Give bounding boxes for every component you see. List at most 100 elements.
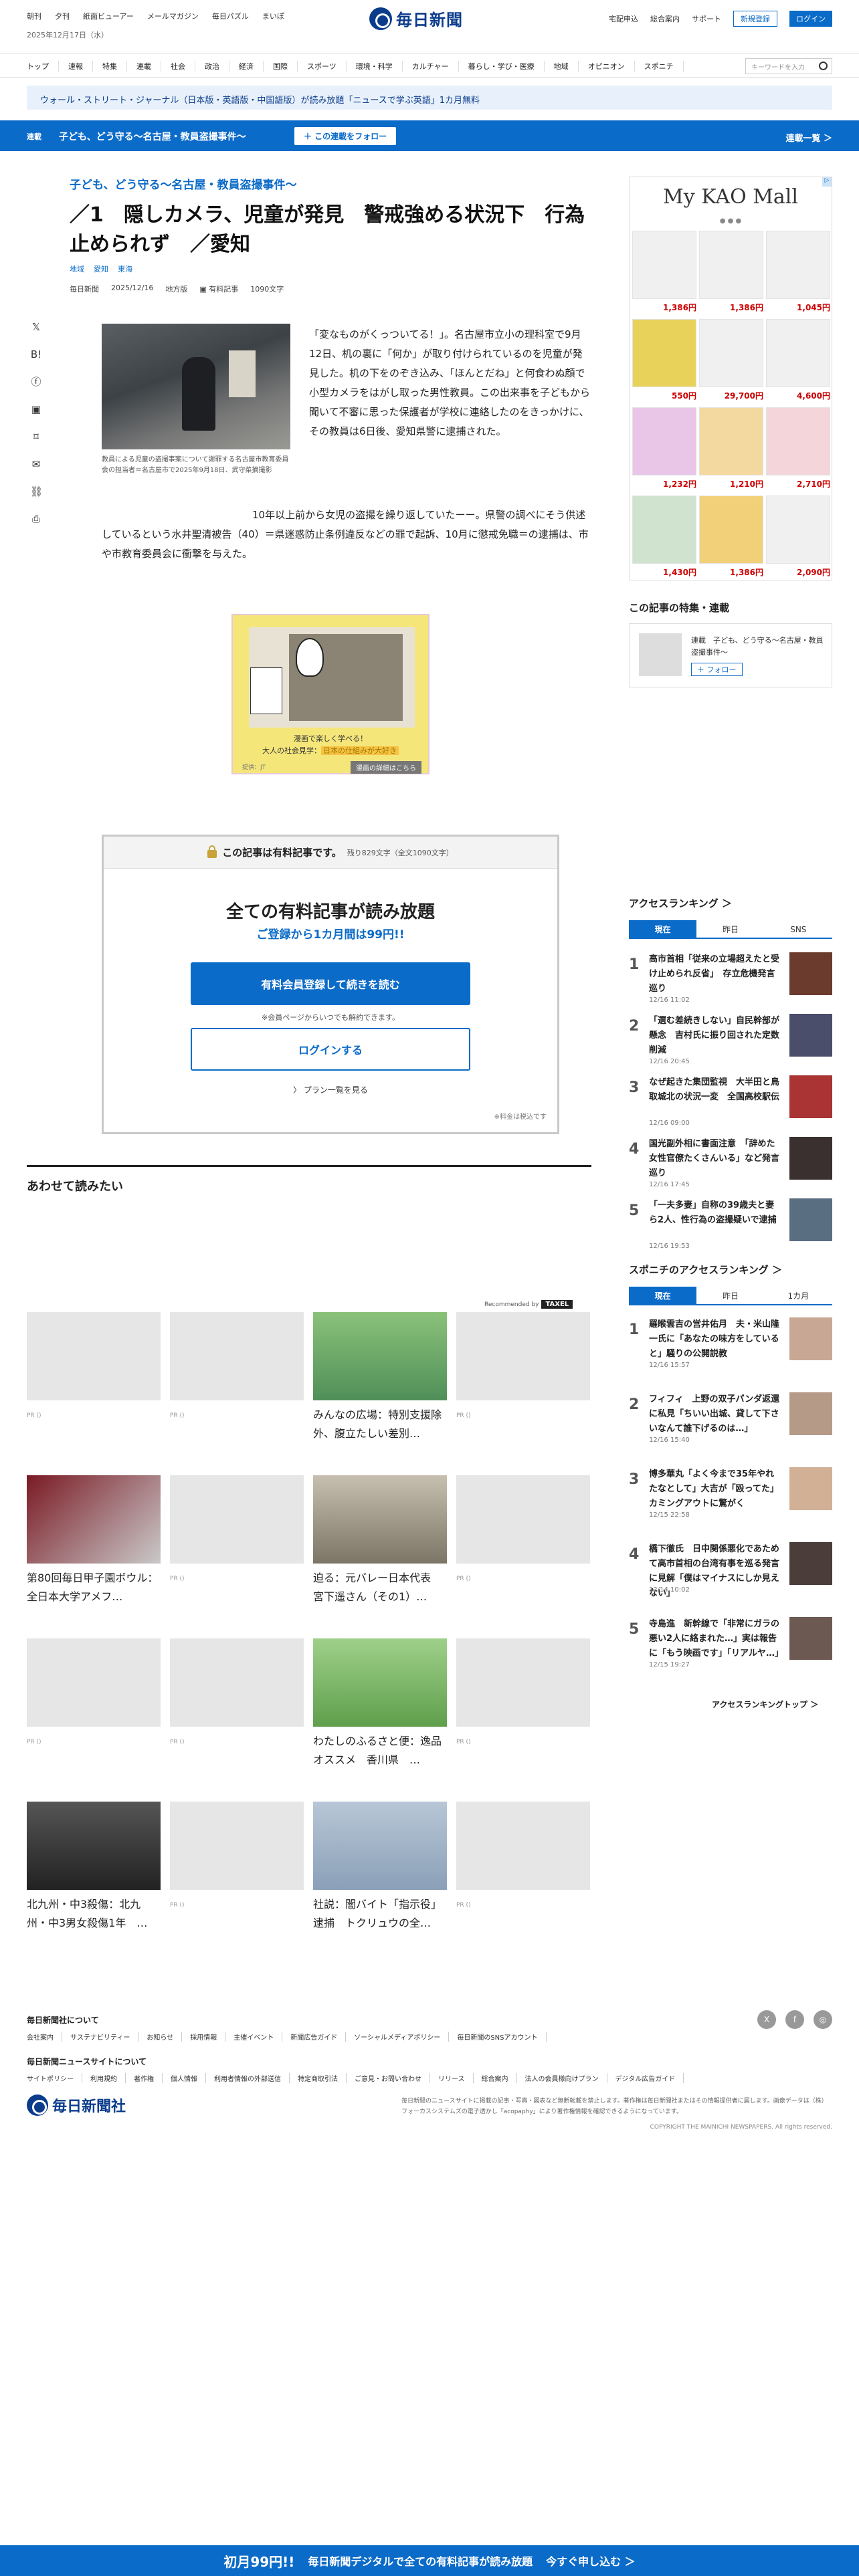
login-button[interactable]: ログイン [789, 11, 832, 27]
top-nav-viewer[interactable]: 紙面ビューアー [83, 11, 134, 21]
nav-item-world[interactable]: 国際 [264, 61, 298, 72]
sponichi-item[interactable]: 4 橋下徹氏 日中関係悪化であためて高市首相の台湾有事を巡る発言に見解「僕はマイナ… [629, 1539, 832, 1601]
rec-card[interactable]: PR () [170, 1312, 304, 1419]
top-nav-mail[interactable]: メールマガジン [147, 11, 199, 21]
tag-region[interactable]: 地域 [70, 263, 84, 274]
tab-sns[interactable]: SNS [765, 920, 832, 938]
nav-item-series[interactable]: 連載 [127, 61, 161, 72]
nav-item-opinion[interactable]: オピニオン [579, 61, 635, 72]
rec-card[interactable]: PR () [170, 1475, 304, 1582]
rec-card[interactable]: PR () [456, 1802, 590, 1909]
rec-card[interactable]: 社説：闇バイト「指示役」逮捕 トクリュウの全… [313, 1802, 447, 1933]
link-delivery[interactable]: 宅配申込 [609, 13, 638, 24]
footer-logo[interactable]: 毎日新聞社 [27, 2095, 126, 2116]
nav-item-science[interactable]: 環境・科学 [347, 61, 403, 72]
footer-link[interactable]: 新聞広告ガイド [282, 2032, 347, 2042]
series-title[interactable]: 子ども、どう守る～名古屋・教員盗撮事件～ [59, 130, 246, 143]
footer-link[interactable]: 採用情報 [182, 2032, 226, 2042]
sticky-cta-bar[interactable]: 初月99円!! 毎日新聞デジタルで全ての有料記事が読み放題 今すぐ申し込む ＞ [0, 2545, 859, 2576]
ad-banner[interactable]: 漫画で楽しく学べる！ 大人の社会見学： 日本の仕組みが大好き 提供：JT 漫画の詳… [231, 614, 430, 774]
note-icon[interactable]: ▣ [30, 403, 42, 415]
rec-card[interactable]: わたしのふるさと便：逸品オススメ 香川県 … [313, 1638, 447, 1769]
top-nav-puzzle[interactable]: 毎日パズル [212, 11, 249, 21]
kao-product[interactable]: 550円 [632, 319, 696, 403]
sponichi-item[interactable]: 5 寺島進 新幹線で「非常にガラの悪い2人に絡まれた…」実は報告に「もう映画です」… [629, 1614, 832, 1676]
ranking-item[interactable]: 2 「選む差続きしない」自民幹部が懸念 吉村氏に振り回された定数削減 12/16 2… [629, 1011, 832, 1073]
link-icon[interactable]: ⛓ [30, 486, 43, 498]
footer-link[interactable]: 利用規約 [82, 2073, 126, 2083]
kao-product[interactable]: 1,430円 [632, 496, 696, 580]
footer-link[interactable]: 総合案内 [474, 2073, 517, 2083]
nav-item-politics[interactable]: 政治 [195, 61, 229, 72]
paywall-login-button[interactable]: ログインする [191, 1028, 470, 1071]
footer-link[interactable]: サイトポリシー [27, 2073, 82, 2083]
rec-card[interactable]: 迫る：元バレー日本代表 宮下遥さん（その1）… [313, 1475, 447, 1606]
mail-icon[interactable]: ✉ [30, 458, 42, 470]
ranking-title[interactable]: アクセスランキング ＞ [629, 896, 732, 910]
footer-link[interactable]: 毎日新聞のSNSアカウント [449, 2032, 547, 2042]
feature-label[interactable]: 連載 子ども、どう守る～名古屋・教員盗撮事件～ [691, 635, 825, 659]
footer-link[interactable]: 主催イベント [225, 2032, 283, 2042]
site-logo[interactable]: 毎日新聞 [369, 7, 463, 30]
rec-card[interactable]: PR () [27, 1312, 161, 1419]
x-icon[interactable]: 𝕏 [30, 321, 42, 333]
kao-product[interactable]: 1,210円 [699, 407, 763, 492]
subscribe-button[interactable]: 有料会員登録して続きを読む [191, 962, 470, 1005]
link-guide[interactable]: 総合案内 [650, 13, 680, 24]
footer-link[interactable]: 特定商取引法 [290, 2073, 347, 2083]
nav-item-culture[interactable]: カルチャー [403, 61, 459, 72]
carousel-dots-icon[interactable]: ● ● ● [630, 217, 832, 225]
tab-now[interactable]: 現在 [629, 1287, 697, 1304]
tab-yesterday[interactable]: 昨日 [696, 920, 764, 938]
kao-product[interactable]: 1,386円 [699, 231, 763, 315]
article-kicker[interactable]: 子ども、どう守る～名古屋・教員盗撮事件～ [70, 175, 297, 192]
top-nav-maipo[interactable]: まいぽ [262, 11, 284, 21]
sponichi-item[interactable]: 3 博多華丸「よく今まで35年やれたなとして」大吉が「殴ってた」カミングアウトに驚… [629, 1465, 832, 1526]
kao-product[interactable]: 1,232円 [632, 407, 696, 492]
instagram-icon[interactable]: ◎ [814, 2010, 832, 2029]
footer-link[interactable]: お知らせ [138, 2032, 183, 2042]
plans-link[interactable]: 〉 プラン一覧を見る [104, 1084, 557, 1095]
nav-item-region[interactable]: 地域 [545, 61, 579, 72]
footer-link[interactable]: ご意見・お問い合わせ [347, 2073, 430, 2083]
rec-card[interactable]: 北九州・中3殺傷：北九州・中3男女殺傷1年 … [27, 1802, 161, 1933]
register-button[interactable]: 新規登録 [733, 11, 777, 27]
print-icon[interactable]: ⎙ [30, 513, 42, 525]
ranking-item[interactable]: 1 高市首相「従来の立場超えたと受け止められ反省」 存立危機発言巡り 12/16 1… [629, 950, 832, 1011]
search-input[interactable]: キーワードを入力 [745, 58, 832, 74]
top-nav-morning[interactable]: 朝刊 [27, 11, 41, 21]
nav-item-top[interactable]: トップ [27, 61, 59, 72]
footer-link[interactable]: 利用者情報の外部送信 [206, 2073, 290, 2083]
nav-item-society[interactable]: 社会 [161, 61, 195, 72]
sponichi-item[interactable]: 1 羅睺雲吉の営井佑月 夫・米山隆一氏に「あなたの味方をしていると」騒りの公開説教… [629, 1315, 832, 1376]
nav-item-breaking[interactable]: 速報 [59, 61, 93, 72]
x-icon[interactable]: X [757, 2010, 776, 2029]
tab-month[interactable]: 1カ月 [765, 1287, 832, 1304]
link-support[interactable]: サポート [692, 13, 721, 24]
tag-aichi[interactable]: 愛知 [94, 263, 108, 274]
article-photo[interactable] [102, 324, 290, 449]
ranking-item[interactable]: 3 なぜ起きた集団監視 大半田と鳥取城北の状況一変 全国高校駅伝 12/16 09:… [629, 1073, 832, 1134]
top-nav-evening[interactable]: 夕刊 [55, 11, 70, 21]
sticky-cta[interactable]: 今すぐ申し込む ＞ [546, 2553, 636, 2569]
kao-product[interactable]: 1,386円 [632, 231, 696, 315]
footer-link[interactable]: ソーシャルメディアポリシー [346, 2032, 450, 2042]
footer-link[interactable]: 著作権 [126, 2073, 163, 2083]
rec-card[interactable]: PR () [170, 1802, 304, 1909]
facebook-icon[interactable]: f [785, 2010, 804, 2029]
ranking-item[interactable]: 4 国光副外相に書面注意 「辞めた女性官僚たくさんいる」など発言巡り 12/16 1… [629, 1134, 832, 1196]
facebook-icon[interactable]: ⓕ [30, 376, 42, 388]
kao-product[interactable]: 1,045円 [766, 231, 830, 315]
rec-card[interactable]: PR () [456, 1638, 590, 1745]
rec-card[interactable]: PR () [27, 1638, 161, 1745]
footer-link[interactable]: 会社案内 [27, 2032, 62, 2042]
bookmark-icon[interactable]: ⌑ [30, 431, 42, 443]
kao-mall-ad[interactable]: ▷ My KAO Mall ● ● ● 1,386円 1,386円 1,045円… [629, 177, 832, 580]
footer-link[interactable]: 個人情報 [163, 2073, 206, 2083]
nav-item-life[interactable]: 暮らし・学び・医療 [459, 61, 545, 72]
footer-link[interactable]: リリース [430, 2073, 474, 2083]
feature-card[interactable]: 連載 子ども、どう守る～名古屋・教員盗撮事件～ ＋ フォロー [629, 623, 832, 687]
rec-card[interactable]: PR () [456, 1475, 590, 1582]
sponichi-ranking-title[interactable]: スポニチのアクセスランキング ＞ [629, 1263, 782, 1277]
footer-link[interactable]: サステナビリティー [62, 2032, 139, 2042]
